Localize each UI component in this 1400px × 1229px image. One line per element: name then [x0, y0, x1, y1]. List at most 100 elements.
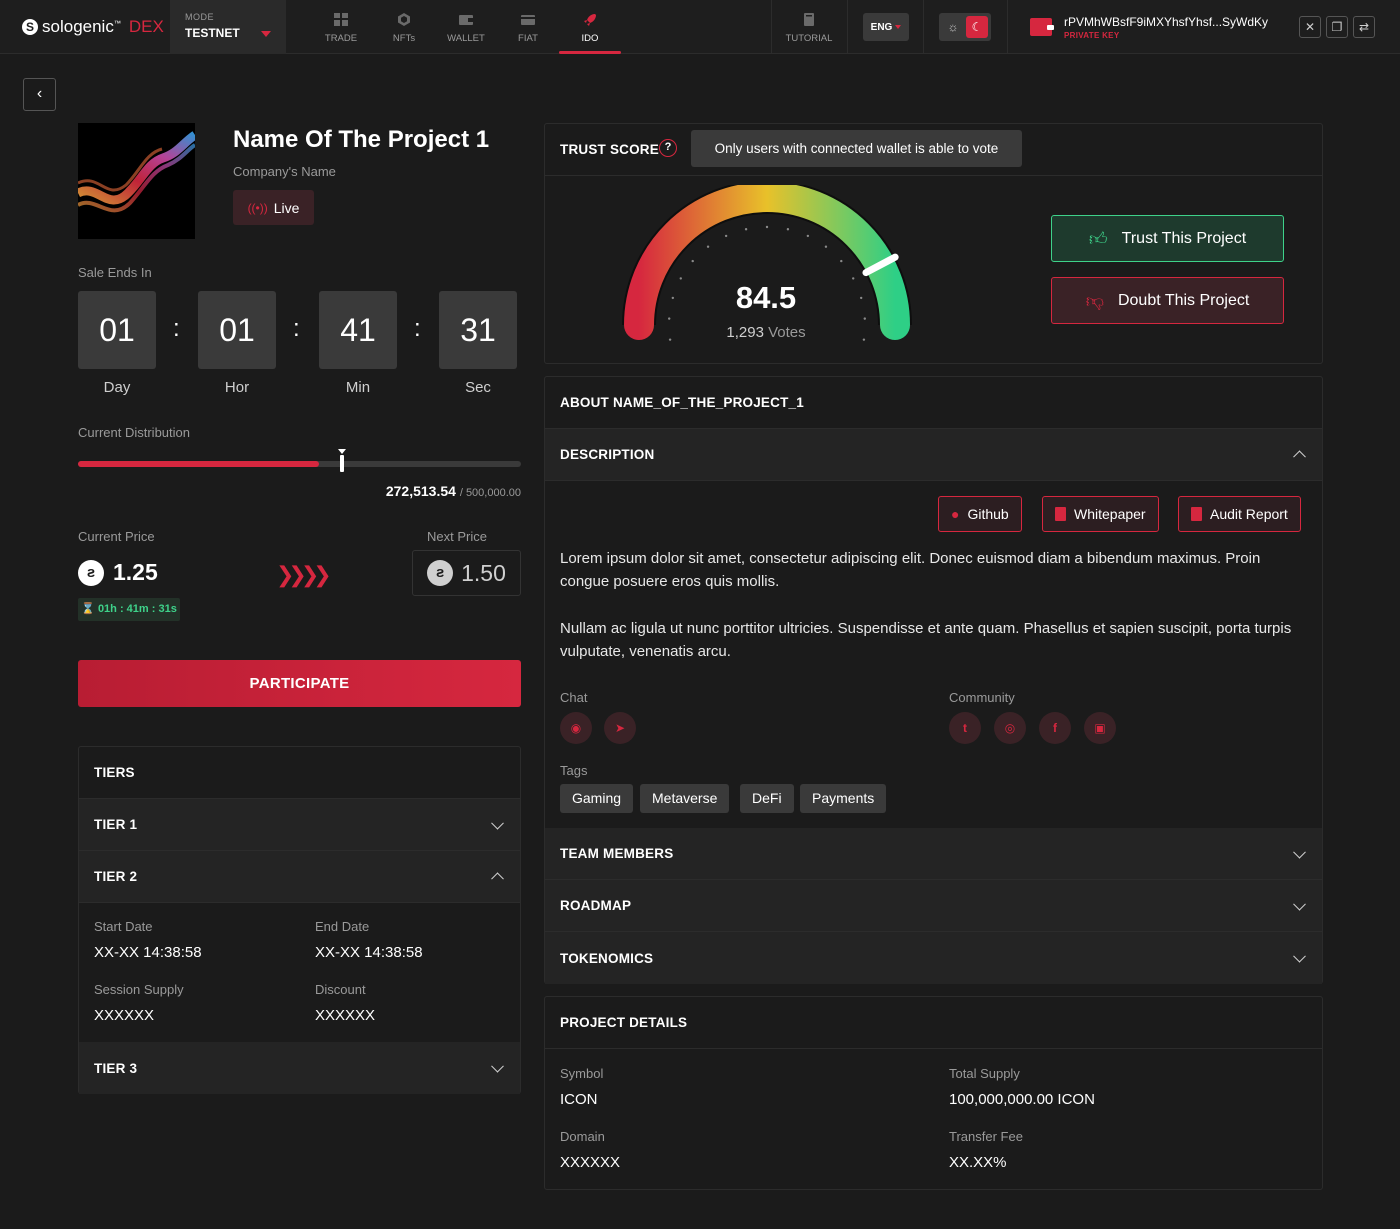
card-icon	[521, 15, 535, 25]
mode-value: TESTNET	[185, 26, 240, 40]
total-supply-value: 100,000,000.00 ICON	[949, 1091, 1095, 1108]
discord-icon[interactable]: ◉	[560, 712, 592, 744]
end-date-value: XX-XX 14:38:58	[315, 944, 423, 961]
countdown-unit: Min	[345, 379, 371, 396]
end-date-label: End Date	[315, 919, 370, 934]
tiers-header: TIERS	[79, 747, 520, 799]
mode-label: MODE	[185, 12, 214, 22]
start-date-label: Start Date	[94, 919, 153, 934]
gauge-tick	[862, 338, 866, 341]
book-icon	[804, 13, 814, 26]
gauge-tick	[691, 259, 694, 263]
language-value: ENG	[870, 21, 893, 33]
status-text: Live	[273, 199, 300, 216]
nav-label: WALLET	[447, 33, 485, 44]
github-button[interactable]: ● Github	[938, 496, 1022, 532]
distribution-progress-fill	[78, 461, 320, 467]
current-price-label: Current Price	[78, 529, 155, 544]
tag[interactable]: Metaverse	[640, 784, 730, 813]
tiers-panel: TIERS TIER 1 TIER 2 Start Date XX-XX 14:…	[78, 746, 521, 1094]
tag[interactable]: Gaming	[560, 784, 634, 813]
caret-down-icon	[895, 25, 902, 29]
twitter-icon[interactable]: t	[949, 712, 981, 744]
grid-icon	[334, 13, 348, 26]
facebook-icon[interactable]: f	[1039, 712, 1071, 744]
gauge-tick	[806, 234, 810, 238]
countdown-hours: 01	[198, 291, 276, 369]
wallet-address[interactable]: rPVMhWBsfF9iMXYhsfYhsf...SyWdKy	[1064, 15, 1268, 29]
rocket-icon	[584, 14, 596, 26]
countdown-seconds: 31	[439, 291, 517, 369]
divider	[923, 0, 924, 54]
sun-icon[interactable]: ☼	[943, 17, 963, 37]
tier-3-row[interactable]: TIER 3	[79, 1042, 520, 1094]
gauge-tick	[859, 296, 863, 300]
hexagon-icon	[398, 13, 410, 26]
chevrons-right-icon: ❯❯❯❯	[276, 562, 332, 587]
top-bar: S sologenic™ DEX MODE TESTNET TRADE NFTs…	[0, 0, 1400, 54]
gauge-tick	[786, 228, 790, 231]
price-timer-badge: ⌛ 01h : 41m : 31s	[78, 598, 180, 621]
team-members-row[interactable]: TEAM MEMBERS	[545, 828, 1322, 880]
project-title: Name Of The Project 1	[233, 126, 490, 153]
trust-votes: 1,293 Votes	[726, 324, 806, 341]
vote-tooltip: Only users with connected wallet is able…	[691, 130, 1022, 167]
doubt-project-button[interactable]: 👎︎ Doubt This Project	[1051, 277, 1284, 324]
distribution-value: 272,513.54 / 500,000.00	[385, 483, 521, 499]
nav-tutorial[interactable]: TUTORIAL	[778, 0, 840, 54]
tier-2-row[interactable]: TIER 2	[79, 851, 520, 903]
total-supply-label: Total Supply	[949, 1066, 1020, 1081]
nav-ido[interactable]: IDO	[559, 0, 621, 54]
project-artwork	[78, 131, 195, 213]
language-selector[interactable]: ENG	[863, 13, 909, 41]
about-header: ABOUT NAME_OF_THE_PROJECT_1	[545, 377, 1322, 429]
divider	[847, 0, 848, 54]
theme-toggle[interactable]: ☼ ☾	[939, 13, 991, 41]
copy-icon[interactable]: ❐	[1326, 16, 1348, 38]
telegram-icon[interactable]: ➤	[604, 712, 636, 744]
description-section-header[interactable]: DESCRIPTION	[545, 429, 1322, 481]
tag[interactable]: DeFi	[740, 784, 794, 813]
whitepaper-button[interactable]: Whitepaper	[1042, 496, 1159, 532]
community-label: Community	[949, 690, 1015, 705]
countdown-separator: :	[173, 315, 180, 342]
logo-product: DEX	[128, 17, 164, 36]
chevron-down-icon	[491, 816, 504, 830]
nav-label: IDO	[581, 33, 599, 44]
wallet-key-type: PRIVATE KEY	[1064, 31, 1120, 40]
description-paragraph: Nullam ac ligula ut nunc porttitor ultri…	[560, 620, 1292, 660]
gauge-tick	[668, 317, 671, 320]
nav-fiat[interactable]: FIAT	[497, 0, 559, 54]
tag[interactable]: Payments	[800, 784, 887, 813]
logo[interactable]: S sologenic™ DEX	[22, 17, 164, 37]
gauge-tick	[706, 245, 710, 248]
back-button[interactable]: ‹	[23, 78, 56, 111]
help-icon[interactable]: ?	[659, 139, 677, 157]
trust-project-button[interactable]: 👍︎ Trust This Project	[1051, 215, 1284, 262]
nav-nfts[interactable]: NFTs	[373, 0, 435, 54]
countdown-days: 01	[78, 291, 156, 369]
nav-trade[interactable]: TRADE	[310, 0, 372, 54]
tier-1-row[interactable]: TIER 1	[79, 799, 520, 851]
document-icon	[1055, 507, 1066, 521]
thumbs-up-icon: 👍︎	[1088, 228, 1108, 249]
close-icon[interactable]: ✕	[1299, 16, 1321, 38]
website-icon[interactable]: ▣	[1084, 712, 1116, 744]
participate-button[interactable]: PARTICIPATE	[78, 660, 521, 707]
audit-report-button[interactable]: Audit Report	[1178, 496, 1301, 532]
discount-label: Discount	[315, 982, 366, 997]
project-details-header: PROJECT DETAILS	[545, 997, 1322, 1049]
report-icon	[1191, 507, 1202, 521]
progress-handle	[340, 455, 344, 472]
status-badge: ((•)) Live	[233, 190, 314, 225]
roadmap-row[interactable]: ROADMAP	[545, 880, 1322, 932]
swap-icon[interactable]: ⇄	[1353, 16, 1375, 38]
countdown-unit: Day	[103, 379, 131, 396]
gauge-tick	[724, 234, 728, 238]
tokenomics-row[interactable]: TOKENOMICS	[545, 932, 1322, 984]
mode-selector[interactable]: MODE TESTNET	[170, 0, 286, 54]
moon-icon[interactable]: ☾	[966, 16, 988, 38]
start-date-value: XX-XX 14:38:58	[94, 944, 202, 961]
instagram-icon[interactable]: ◎	[994, 712, 1026, 744]
nav-wallet[interactable]: WALLET	[435, 0, 497, 54]
